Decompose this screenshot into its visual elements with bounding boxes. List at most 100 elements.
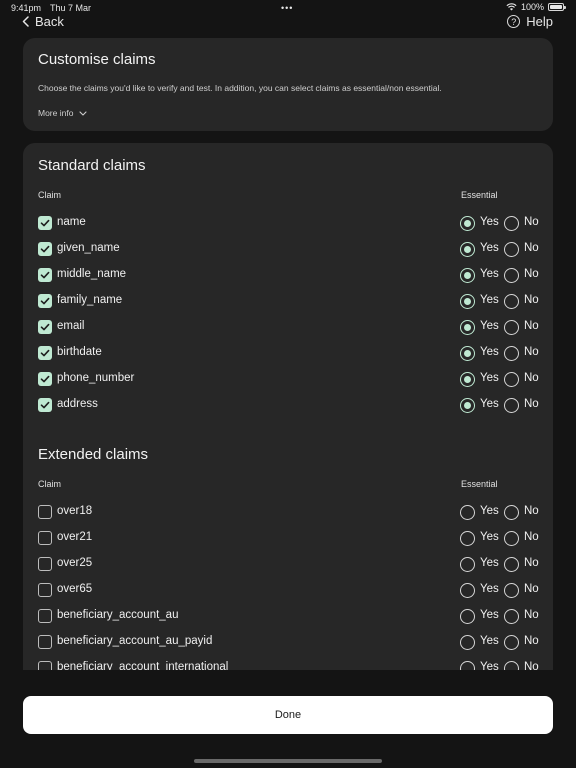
essential-no-radio[interactable] — [504, 320, 519, 335]
essential-no-radio[interactable] — [504, 531, 519, 546]
done-button[interactable]: Done — [23, 696, 553, 734]
essential-no-radio[interactable] — [504, 398, 519, 413]
essential-yes-radio[interactable] — [460, 557, 475, 572]
claim-checkbox[interactable] — [38, 320, 52, 334]
claim-checkbox[interactable] — [38, 505, 52, 519]
claim-checkbox[interactable] — [38, 635, 52, 649]
essential-yes-label: Yes — [480, 505, 499, 517]
essential-yes-radio[interactable] — [460, 661, 475, 670]
claim-checkbox[interactable] — [38, 346, 52, 360]
essential-yes-radio[interactable] — [460, 635, 475, 650]
standard-claims-title: Standard claims — [38, 157, 146, 174]
essential-no-radio[interactable] — [504, 346, 519, 361]
claim-checkbox[interactable] — [38, 609, 52, 623]
home-indicator — [194, 759, 382, 763]
claim-row: family_name Yes No — [23, 291, 553, 311]
claim-label: phone_number — [57, 372, 135, 384]
multitasking-dots[interactable]: ••• — [281, 3, 293, 13]
page-title: Customise claims — [38, 51, 156, 68]
essential-yes-radio[interactable] — [460, 531, 475, 546]
claim-label: birthdate — [57, 346, 102, 358]
claim-row: phone_number Yes No — [23, 369, 553, 389]
claim-checkbox[interactable] — [38, 294, 52, 308]
essential-no-radio[interactable] — [504, 609, 519, 624]
essential-no-label: No — [524, 242, 539, 254]
claim-row: address Yes No — [23, 395, 553, 415]
claim-row: over21 Yes No — [23, 528, 553, 548]
more-info-toggle[interactable]: More info — [38, 108, 87, 118]
essential-yes-label: Yes — [480, 398, 499, 410]
essential-no-radio[interactable] — [504, 557, 519, 572]
essential-no-label: No — [524, 635, 539, 647]
essential-yes-radio[interactable] — [460, 320, 475, 335]
claim-checkbox[interactable] — [38, 242, 52, 256]
essential-yes-label: Yes — [480, 635, 499, 647]
essential-no-radio[interactable] — [504, 505, 519, 520]
claim-label: email — [57, 320, 85, 332]
chevron-down-icon — [79, 110, 87, 116]
battery-icon — [548, 3, 566, 11]
claim-checkbox[interactable] — [38, 372, 52, 386]
essential-no-radio[interactable] — [504, 216, 519, 231]
essential-yes-label: Yes — [480, 372, 499, 384]
claim-row: beneficiary_account_au Yes No — [23, 606, 553, 626]
essential-no-label: No — [524, 398, 539, 410]
essential-no-label: No — [524, 557, 539, 569]
claim-checkbox[interactable] — [38, 557, 52, 571]
essential-no-radio[interactable] — [504, 294, 519, 309]
essential-yes-radio[interactable] — [460, 609, 475, 624]
essential-yes-label: Yes — [480, 216, 499, 228]
checkmark-icon — [40, 297, 50, 305]
extended-claims-title: Extended claims — [38, 446, 149, 463]
essential-yes-radio[interactable] — [460, 346, 475, 361]
claim-label: address — [57, 398, 98, 410]
question-circle-icon: ? — [507, 15, 521, 28]
claim-checkbox[interactable] — [38, 216, 52, 230]
essential-no-radio[interactable] — [504, 372, 519, 387]
essential-yes-label: Yes — [480, 294, 499, 306]
essential-yes-label: Yes — [480, 661, 499, 670]
checkmark-icon — [40, 375, 50, 383]
claim-checkbox[interactable] — [38, 268, 52, 282]
claim-label: family_name — [57, 294, 123, 306]
claim-checkbox[interactable] — [38, 661, 52, 670]
essential-yes-radio[interactable] — [460, 505, 475, 520]
essential-no-label: No — [524, 661, 539, 670]
standard-essential-column-header: Essential — [461, 190, 498, 200]
checkmark-icon — [40, 219, 50, 227]
claim-row: birthdate Yes No — [23, 343, 553, 363]
essential-no-radio[interactable] — [504, 242, 519, 257]
extended-claim-column-header: Claim — [38, 479, 62, 489]
help-button[interactable]: ? Help — [507, 14, 553, 29]
claim-label: beneficiary_account_au_payid — [57, 635, 213, 647]
essential-no-radio[interactable] — [504, 635, 519, 650]
essential-no-radio[interactable] — [504, 268, 519, 283]
claim-row: over65 Yes No — [23, 580, 553, 600]
claim-label: beneficiary_account_au — [57, 609, 179, 621]
essential-yes-radio[interactable] — [460, 372, 475, 387]
essential-no-radio[interactable] — [504, 583, 519, 598]
claim-label: over21 — [57, 531, 93, 543]
back-button[interactable]: Back — [22, 14, 64, 29]
claim-label: beneficiary_account_international — [57, 661, 229, 670]
customise-claims-card: Customise claims Choose the claims you'd… — [23, 38, 553, 131]
claim-row: name Yes No — [23, 213, 553, 233]
essential-yes-radio[interactable] — [460, 268, 475, 283]
essential-yes-label: Yes — [480, 242, 499, 254]
claim-checkbox[interactable] — [38, 398, 52, 412]
essential-yes-radio[interactable] — [460, 294, 475, 309]
essential-yes-radio[interactable] — [460, 398, 475, 413]
wifi-icon — [506, 3, 517, 11]
essential-yes-radio[interactable] — [460, 216, 475, 231]
claim-row: beneficiary_account_international Yes No — [23, 658, 553, 670]
chevron-left-icon — [22, 16, 29, 27]
essential-yes-radio[interactable] — [460, 583, 475, 598]
essential-yes-label: Yes — [480, 346, 499, 358]
essential-no-radio[interactable] — [504, 661, 519, 670]
essential-yes-label: Yes — [480, 557, 499, 569]
claim-checkbox[interactable] — [38, 583, 52, 597]
extended-essential-column-header: Essential — [461, 479, 498, 489]
intro-description: Choose the claims you'd like to verify a… — [38, 83, 442, 93]
essential-yes-radio[interactable] — [460, 242, 475, 257]
claim-checkbox[interactable] — [38, 531, 52, 545]
